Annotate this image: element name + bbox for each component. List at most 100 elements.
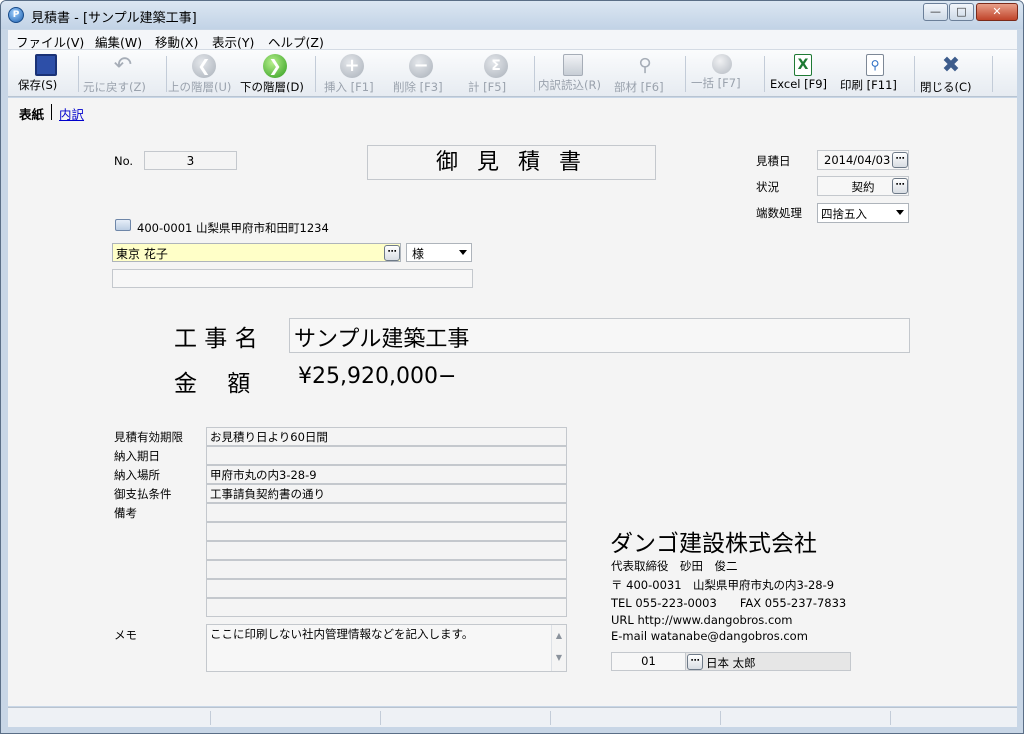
excel-button[interactable]: X Excel [F9] bbox=[770, 52, 836, 95]
floppy-disk-icon bbox=[35, 54, 57, 76]
delivery-place-label: 納入場所 bbox=[114, 468, 160, 482]
close-button[interactable]: ✖ 閉じる(C) bbox=[920, 52, 982, 95]
status-value: 契約 bbox=[851, 180, 875, 194]
undo-arrow-icon: ↶ bbox=[113, 53, 133, 78]
page-title: 御 見 積 書 bbox=[436, 150, 587, 175]
staff-picker-button[interactable]: ⋯ bbox=[687, 654, 703, 670]
delivery-date-label: 納入期日 bbox=[114, 449, 160, 463]
remarks-line-3[interactable] bbox=[206, 541, 567, 560]
status-cell bbox=[210, 711, 380, 725]
date-value: 2014/04/03 bbox=[824, 153, 891, 167]
menu-view[interactable]: 表示(Y) bbox=[212, 32, 254, 51]
delivery-place-value: 甲府市丸の内3-28-9 bbox=[210, 468, 317, 482]
project-name-value: サンプル建築工事 bbox=[294, 327, 470, 352]
toolbar: 保存(S) ↶ 元に戻す(Z) ❮ 上の階層(U) ❯ 下の階層(D) + 挿入… bbox=[8, 50, 1017, 97]
amount-value: ¥25,920,000− bbox=[298, 364, 457, 389]
bulk-button[interactable]: 一括 [F7] bbox=[691, 52, 753, 95]
toolbar-separator bbox=[166, 56, 167, 92]
rounding-label: 端数処理 bbox=[756, 206, 802, 220]
delivery-date-field[interactable] bbox=[206, 446, 567, 465]
status-label: 状況 bbox=[756, 180, 779, 194]
date-label: 見積日 bbox=[756, 154, 791, 168]
no-field[interactable]: 3 bbox=[144, 151, 237, 170]
validity-value: お見積り日より60日間 bbox=[210, 430, 328, 444]
arrow-left-icon: ❮ bbox=[192, 54, 216, 78]
parts-button[interactable]: ⚲ 部材 [F6] bbox=[614, 52, 676, 95]
load-detail-button[interactable]: 内訳読込(R) bbox=[538, 52, 608, 95]
remarks-line-2[interactable] bbox=[206, 522, 567, 541]
print-button[interactable]: ⚲ 印刷 [F11] bbox=[840, 52, 910, 95]
coins-icon bbox=[712, 54, 732, 74]
toolbar-separator bbox=[315, 56, 316, 92]
print-preview-icon: ⚲ bbox=[866, 54, 884, 76]
memo-scrollbar[interactable]: ▲ ▼ bbox=[551, 625, 566, 671]
delivery-place-field[interactable]: 甲府市丸の内3-28-9 bbox=[206, 465, 567, 484]
save-button[interactable]: 保存(S) bbox=[18, 52, 74, 95]
chevron-down-icon bbox=[459, 250, 467, 255]
menu-bar: ファイル(V) 編集(W) 移動(X) 表示(Y) ヘルプ(Z) bbox=[8, 30, 1017, 50]
down-level-button[interactable]: ❯ 下の階層(D) bbox=[240, 52, 310, 95]
project-label: 工 事 名 bbox=[174, 326, 258, 352]
date-picker-button[interactable]: ⋯ bbox=[892, 152, 908, 168]
remarks-line-5[interactable] bbox=[206, 579, 567, 598]
plus-icon: + bbox=[340, 54, 364, 78]
staff-name-value: 日本 太郎 bbox=[706, 656, 756, 670]
status-cell bbox=[890, 711, 1016, 725]
company-email: E-mail watanabe@dangobros.com bbox=[611, 629, 808, 643]
document-import-icon bbox=[563, 54, 583, 76]
memo-value: ここに印刷しない社内管理情報などを記入します。 bbox=[210, 627, 474, 641]
remarks-line-1[interactable] bbox=[206, 503, 567, 522]
menu-move[interactable]: 移動(X) bbox=[155, 32, 198, 51]
close-window-button[interactable]: ✕ bbox=[976, 3, 1018, 21]
undo-button[interactable]: ↶ 元に戻す(Z) bbox=[83, 52, 163, 95]
rounding-select[interactable]: 四捨五入 bbox=[817, 203, 909, 223]
client-name-input[interactable]: 東京 花子 bbox=[112, 243, 401, 262]
remarks-label: 備考 bbox=[114, 506, 137, 520]
client-name-value: 東京 花子 bbox=[116, 247, 168, 261]
status-picker-button[interactable]: ⋯ bbox=[892, 178, 908, 194]
payment-label: 御支払条件 bbox=[114, 487, 172, 501]
insert-button[interactable]: + 挿入 [F1] bbox=[324, 52, 380, 95]
company-tel-fax: TEL 055-223-0003 FAX 055-237-7833 bbox=[611, 596, 847, 610]
toolbar-separator bbox=[78, 56, 79, 92]
magnifier-document-icon: ⚲ bbox=[638, 55, 652, 76]
sigma-icon: Σ bbox=[484, 54, 508, 78]
status-cell bbox=[720, 711, 890, 725]
validity-label: 見積有効期限 bbox=[114, 430, 183, 444]
client-address: 400-0001 山梨県甲府市和田町1234 bbox=[137, 221, 329, 235]
no-label: No. bbox=[114, 154, 134, 168]
arrow-right-icon: ❯ bbox=[263, 54, 287, 78]
company-url: URL http://www.dangobros.com bbox=[611, 613, 793, 627]
honorific-select[interactable]: 様 bbox=[406, 243, 472, 262]
company-address: 〒 400-0031 山梨県甲府市丸の内3-28-9 bbox=[611, 578, 835, 592]
menu-edit[interactable]: 編集(W) bbox=[95, 32, 142, 51]
tab-cover[interactable]: 表紙 bbox=[19, 104, 44, 123]
up-level-button[interactable]: ❮ 上の階層(U) bbox=[168, 52, 240, 95]
staff-code-field[interactable]: 01 bbox=[611, 652, 686, 671]
excel-icon: X bbox=[794, 54, 812, 76]
validity-field[interactable]: お見積り日より60日間 bbox=[206, 427, 567, 446]
maximize-button[interactable]: □ bbox=[949, 3, 974, 21]
rounding-value: 四捨五入 bbox=[821, 207, 867, 221]
status-cell bbox=[550, 711, 720, 725]
remarks-line-4[interactable] bbox=[206, 560, 567, 579]
no-value: 3 bbox=[186, 154, 195, 168]
toolbar-separator bbox=[764, 56, 765, 92]
status-cell bbox=[380, 711, 550, 725]
client-picker-button[interactable]: ⋯ bbox=[384, 245, 400, 261]
client-subline-field[interactable] bbox=[112, 269, 473, 288]
tab-detail[interactable]: 内訳 bbox=[59, 104, 84, 123]
window-title: 見積書 - [サンプル建築工事] bbox=[31, 11, 197, 26]
minimize-button[interactable]: — bbox=[923, 3, 948, 21]
envelope-icon bbox=[115, 219, 131, 231]
menu-help[interactable]: ヘルプ(Z) bbox=[268, 32, 324, 51]
delete-button[interactable]: − 削除 [F3] bbox=[393, 52, 449, 95]
project-name-field[interactable]: サンプル建築工事 bbox=[289, 318, 910, 353]
total-button[interactable]: Σ 計 [F5] bbox=[468, 52, 524, 95]
app-icon: P bbox=[8, 7, 24, 23]
remarks-line-6[interactable] bbox=[206, 598, 567, 617]
company-representative: 代表取締役 砂田 俊二 bbox=[611, 559, 738, 573]
memo-textarea[interactable]: ここに印刷しない社内管理情報などを記入します。 ▲ ▼ bbox=[206, 624, 567, 672]
payment-field[interactable]: 工事請負契約書の通り bbox=[206, 484, 567, 503]
menu-file[interactable]: ファイル(V) bbox=[16, 32, 84, 51]
